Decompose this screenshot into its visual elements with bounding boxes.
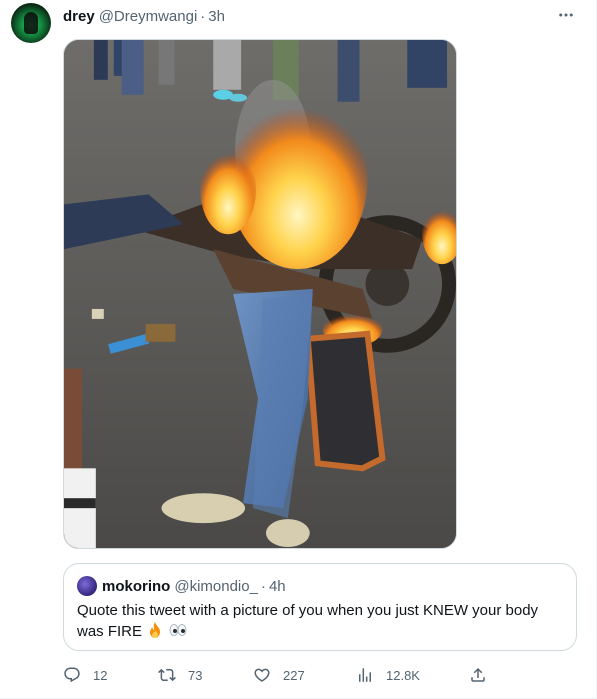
- eyes-emoji-icon: [168, 621, 188, 645]
- separator-dot: ·: [200, 7, 206, 25]
- views-button[interactable]: 12.8K: [356, 664, 420, 686]
- tweet-photo[interactable]: [63, 39, 457, 549]
- retweet-icon: [158, 668, 176, 682]
- reply-count: 12: [93, 667, 108, 683]
- retweet-button[interactable]: 73: [158, 664, 202, 686]
- separator-dot: ·: [260, 577, 266, 595]
- author-name[interactable]: drey: [63, 8, 95, 25]
- like-button[interactable]: 227: [253, 664, 305, 686]
- share-icon: [471, 667, 485, 682]
- author-avatar[interactable]: [11, 3, 51, 43]
- tweet-actions: 12 73 227 12.8K: [63, 664, 503, 686]
- more-horizontal-icon: [559, 13, 573, 17]
- reply-icon: [64, 667, 80, 683]
- quoted-tweet[interactable]: mokorino @kimondio_ · 4h Quote this twee…: [63, 563, 577, 651]
- quoted-tweet-text: Quote this tweet with a picture of you w…: [77, 601, 567, 645]
- quoted-tweet-time: 4h: [268, 577, 286, 595]
- quoted-tweet-header: mokorino @kimondio_ · 4h: [102, 576, 286, 596]
- reply-button[interactable]: 12: [63, 664, 107, 686]
- tweet-header: drey @Dreymwangi · 3h: [63, 6, 225, 26]
- heart-icon: [254, 668, 270, 682]
- more-options-button[interactable]: [554, 5, 578, 25]
- like-count: 227: [283, 667, 305, 683]
- quoted-author-handle: @kimondio_: [174, 577, 258, 595]
- share-button[interactable]: [469, 664, 487, 686]
- photo-motorbike-fire: [64, 40, 456, 548]
- quoted-author-name: mokorino: [102, 577, 171, 595]
- views-count: 12.8K: [386, 667, 420, 683]
- tweet[interactable]: drey @Dreymwangi · 3h mokorino @kimondio…: [0, 0, 597, 699]
- fire-emoji-icon: [146, 621, 164, 645]
- retweet-count: 73: [188, 667, 203, 683]
- tweet-time[interactable]: 3h: [208, 8, 225, 25]
- views-chart-icon: [359, 668, 371, 682]
- quoted-author-avatar: [77, 576, 97, 596]
- author-handle[interactable]: @Dreymwangi: [99, 8, 198, 25]
